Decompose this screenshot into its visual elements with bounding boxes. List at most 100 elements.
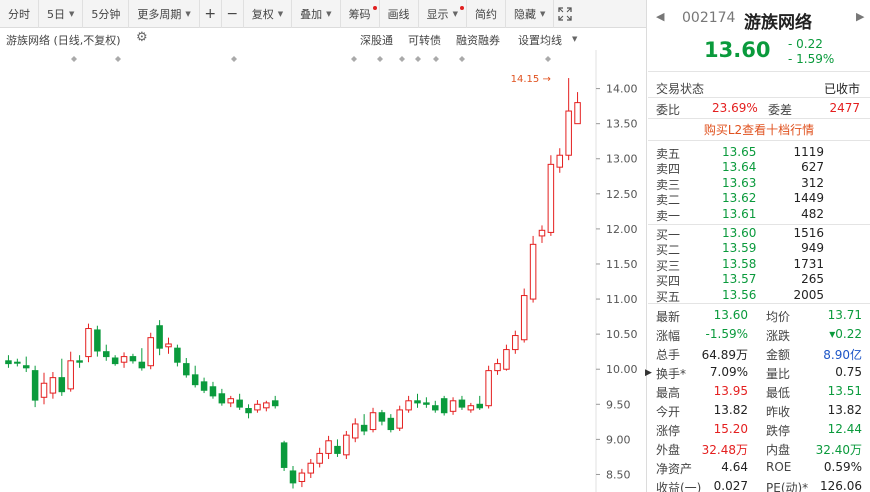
toolbar-button-label: 简约: [474, 7, 497, 21]
stat-row: 最高 13.95 最低 13.51: [648, 384, 870, 400]
weibi-row: 委比 23.69% 委差 2477: [648, 101, 870, 117]
link-convertible-bond[interactable]: 可转债: [408, 32, 441, 48]
y-tick-label: 9.00: [606, 433, 631, 446]
buy-level-volume: 2005: [793, 287, 824, 302]
zoom-out-button[interactable]: −: [222, 0, 244, 28]
buy-level-price: 13.57: [722, 272, 757, 287]
candle-up: [449, 400, 457, 412]
stat-value: 4.64: [721, 460, 748, 474]
tool-button-1[interactable]: 叠加 ▼: [292, 0, 341, 28]
candlestick-chart[interactable]: 8.50 9.00 9.50 10.00 10.50 11.00 11.50 12.00 12.…: [0, 50, 646, 492]
notification-dot: [372, 5, 377, 10]
y-tick-label: 14.00: [606, 83, 638, 96]
stock-code: 002174: [682, 10, 736, 26]
stat-label: 最高: [656, 386, 681, 400]
period-button-3[interactable]: 更多周期 ▼: [129, 0, 200, 28]
candle-up: [547, 163, 555, 233]
next-stock-icon[interactable]: ▶: [856, 10, 864, 23]
sell-level-volume: 1119: [793, 145, 824, 159]
period-button-1[interactable]: 5日 ▼: [39, 0, 84, 28]
y-tick-label: 8.50: [606, 468, 631, 481]
toolbar-button-label: 显示: [426, 7, 449, 21]
candle-down: [111, 357, 119, 365]
candle-down: [94, 329, 101, 352]
candle-up: [351, 423, 359, 439]
sell-level-price: 13.64: [722, 160, 757, 175]
stat-label: 总手: [656, 348, 681, 362]
stat-value: 13.82: [713, 403, 748, 417]
plus-icon: +: [204, 5, 217, 22]
stat-value: 13.71: [827, 308, 862, 322]
sell-level-price: 13.62: [722, 191, 757, 206]
toolbar-button-label: 分时: [8, 7, 30, 21]
tool-button-3[interactable]: 画线: [380, 0, 419, 28]
tool-button-5[interactable]: 简约: [467, 0, 506, 28]
candle-down: [183, 363, 190, 376]
sell-level-label: 卖一: [656, 208, 681, 223]
candle-up: [574, 102, 581, 125]
stat-value: 32.40万: [815, 443, 862, 457]
stat-value: 64.89万: [701, 348, 748, 362]
candle-up: [520, 295, 528, 341]
candle-down: [191, 374, 199, 386]
candle-down: [387, 417, 395, 431]
period-button-0[interactable]: 分时: [0, 0, 39, 28]
candle-down: [271, 400, 279, 407]
event-marker-icon: [377, 56, 383, 62]
event-marker-icon: [433, 56, 439, 62]
candle-up: [538, 229, 546, 237]
y-tick-label: 11.00: [606, 293, 638, 306]
divider: [648, 303, 870, 304]
candle-down: [200, 381, 208, 391]
tool-button-4[interactable]: 显示 ▼: [419, 0, 467, 28]
settings-gear-icon[interactable]: ⚙: [136, 30, 148, 45]
tool-button-0[interactable]: 复权 ▼: [244, 0, 293, 28]
candle-up: [254, 403, 261, 411]
stat-value: 13.95: [713, 384, 748, 398]
buy-level-price: 13.56: [722, 287, 757, 302]
buy-l2-link[interactable]: 购买L2查看十档行情: [648, 121, 870, 138]
toolbar-button-label: 更多周期: [137, 7, 182, 21]
link-shenggutong[interactable]: 深股通: [360, 32, 393, 48]
link-margin-trading[interactable]: 融资融券: [456, 32, 500, 48]
quote-panel: ◀ 002174 游族网络 ▶ 13.60 - 0.22 - 1.59% 交易状…: [648, 0, 870, 492]
candle-down: [31, 370, 39, 401]
candle-up: [405, 400, 412, 411]
sell-level-row: 卖二 13.62 1449: [648, 191, 870, 207]
stat-value: 0.75: [835, 365, 862, 379]
candle-down: [245, 408, 252, 414]
weibi-value: 23.69%: [712, 101, 758, 115]
chevron-down-icon: ▼: [326, 9, 332, 18]
stat-label: 均价: [766, 310, 791, 324]
panel-divider: [646, 0, 647, 492]
period-button-2[interactable]: 5分钟: [83, 0, 130, 28]
quote-header: ◀ 002174 游族网络 ▶ 13.60 - 0.22 - 1.59%: [648, 0, 870, 72]
stat-row: 最新 13.60 均价 13.71: [648, 308, 870, 324]
zoom-in-button[interactable]: +: [200, 0, 222, 28]
stat-value: 126.06: [820, 479, 862, 492]
candle-up: [343, 434, 350, 456]
candle-up: [494, 363, 501, 372]
fullscreen-button[interactable]: [554, 0, 576, 28]
buy-level-volume: 265: [801, 272, 824, 287]
event-marker-icon: [545, 56, 551, 62]
link-set-ma[interactable]: 设置均线: [518, 32, 562, 48]
chevron-down-icon: ▼: [452, 9, 458, 18]
stat-row: 总手 64.89万 金额 8.90亿: [648, 346, 870, 362]
stat-label: 金额: [766, 348, 791, 362]
stat-value: 8.90亿: [823, 348, 862, 362]
candle-down: [360, 424, 368, 432]
event-marker-icon: [399, 56, 405, 62]
prev-stock-icon[interactable]: ◀: [656, 10, 664, 23]
event-marker-icon: [71, 56, 77, 62]
tool-button-6[interactable]: 隐藏 ▼: [506, 0, 555, 28]
stat-row: 外盘 32.48万 内盘 32.40万: [648, 441, 870, 457]
candle-down: [458, 399, 466, 408]
price-change-pct: - 1.59%: [788, 52, 835, 66]
candle-up: [85, 328, 92, 358]
tool-button-2[interactable]: 筹码: [341, 0, 380, 28]
sell-level-row: 卖三 13.63 312: [648, 176, 870, 192]
stat-label: 外盘: [656, 443, 681, 457]
candle-up: [298, 472, 306, 482]
event-marker-icon: [351, 56, 357, 62]
